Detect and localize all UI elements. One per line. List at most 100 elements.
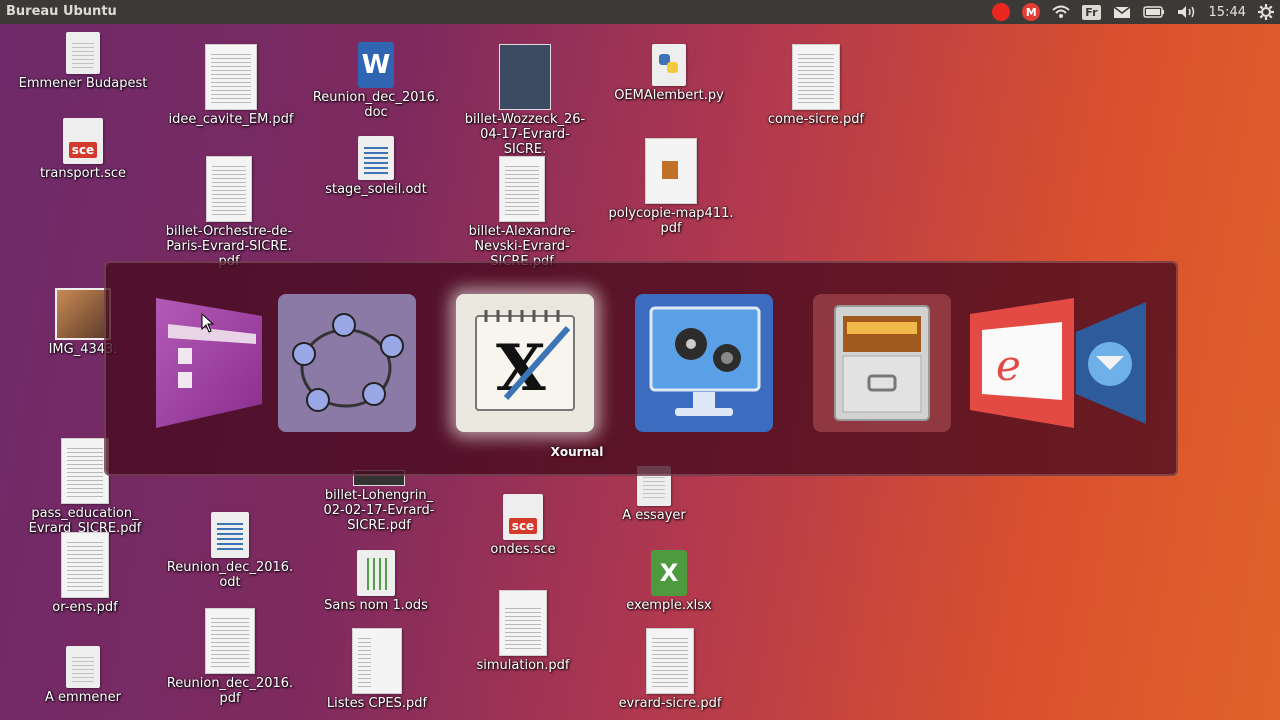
desktop-icon-come-sicre[interactable]: come-sicre.pdf — [751, 44, 881, 127]
desktop-icon-oemalembert[interactable]: OEMAlembert.py — [604, 44, 734, 103]
wifi-icon — [1052, 5, 1070, 18]
desktop-icon-emmener-budapest[interactable]: Emmener Budapest — [18, 32, 148, 91]
desktop-icon-transport-sce[interactable]: sce transport.sce — [18, 118, 148, 181]
battery-indicator[interactable] — [1142, 0, 1165, 24]
pdf-thumbnail-icon — [646, 628, 694, 694]
word-document-icon: W — [358, 42, 394, 88]
pdf-thumbnail-icon — [499, 156, 545, 222]
desktop-icon-label: billet-Lohengrin_ 02-02-17-Evrard- SICRE… — [323, 488, 435, 533]
desktop-icon-ondes-sce[interactable]: sce ondes.sce — [458, 494, 588, 557]
battery-icon — [1142, 6, 1164, 18]
desktop-icon-billet-orchestre[interactable]: billet-Orchestre-de- Paris-Evrard-SICRE.… — [164, 156, 294, 269]
image-thumbnail-icon — [55, 288, 111, 340]
desktop-icon-or-ens[interactable]: or-ens.pdf — [20, 532, 150, 615]
pdf-thumbnail-icon — [352, 628, 402, 694]
desktop-icon-sans-nom-ods[interactable]: Sans nom 1.ods — [311, 550, 441, 613]
speaker-icon — [1177, 6, 1194, 18]
top-panel: Bureau Ubuntu M Fr 15:44 — [0, 0, 1280, 24]
desktop-icon-stage-soleil[interactable]: stage_soleil.odt — [311, 136, 441, 197]
desktop-icon-label: OEMAlembert.py — [614, 88, 724, 103]
desktop-icon-label: simulation.pdf — [476, 658, 570, 673]
pdf-thumbnail-icon — [645, 138, 697, 204]
app-switcher: X e Xournal — [104, 261, 1178, 476]
desktop-icon-billet-alexandre[interactable]: billet-Alexandre- Nevski-Evrard- SICRE.p… — [457, 156, 587, 269]
desktop-icon-label: exemple.xlsx — [626, 598, 712, 613]
desktop-icon-billet-lohengrin[interactable]: billet-Lohengrin_ 02-02-17-Evrard- SICRE… — [314, 470, 444, 533]
switcher-app-evince[interactable]: e — [968, 294, 1076, 432]
switcher-app-geogebra[interactable] — [278, 294, 416, 432]
desktop-icon-idee-cavite[interactable]: idee_cavite_EM.pdf — [166, 44, 296, 127]
envelope-icon — [1113, 5, 1130, 18]
gmail-icon: M — [1022, 3, 1041, 21]
clock[interactable]: 15:44 — [1209, 0, 1246, 24]
desktop-icon-label: transport.sce — [39, 166, 127, 181]
evince-icon: e — [970, 298, 1074, 428]
desktop-icon-listes-cpes[interactable]: Listes CPES.pdf — [312, 628, 442, 711]
desktop-icon-simulation[interactable]: simulation.pdf — [458, 590, 588, 673]
desktop-icon-label: Listes CPES.pdf — [326, 696, 428, 711]
pdf-thumbnail-icon — [205, 608, 255, 674]
spreadsheet-file-icon — [357, 550, 395, 596]
desktop-icon-reunion-doc[interactable]: W Reunion_dec_2016. doc — [311, 42, 441, 120]
desktop-icon-label: polycopie-map411. pdf — [608, 206, 734, 236]
desktop-icon-label: or-ens.pdf — [52, 600, 118, 615]
desktop-icon-label: Emmener Budapest — [18, 76, 148, 91]
session-indicator[interactable] — [1258, 0, 1274, 24]
sce-file-icon: sce — [503, 494, 543, 540]
desktop-icon-evrard-sicre[interactable]: evrard-sicre.pdf — [605, 628, 735, 711]
svg-text:X: X — [496, 331, 546, 406]
pdf-thumbnail-icon — [205, 44, 257, 110]
pdf-thumbnail-icon — [61, 438, 109, 504]
text-file-icon — [66, 646, 100, 688]
desktop-icon-exemple-xlsx[interactable]: X exemple.xlsx — [604, 550, 734, 613]
desktop-icon-label: evrard-sicre.pdf — [618, 696, 722, 711]
desktop-icon-label: Sans nom 1.ods — [324, 598, 428, 613]
desktop-icon-label: Reunion_dec_2016. odt — [166, 560, 294, 590]
wifi-indicator[interactable] — [1052, 0, 1070, 24]
indicator-area: M Fr 15:44 — [986, 0, 1280, 24]
python-file-icon — [652, 44, 686, 86]
desktop-icon-label: Reunion_dec_2016. pdf — [166, 676, 294, 706]
desktop-icon-reunion-odt[interactable]: Reunion_dec_2016. odt — [165, 512, 295, 590]
excel-document-icon: X — [651, 550, 687, 596]
pdf-thumbnail-icon — [206, 156, 252, 222]
switcher-app-thunderbird[interactable] — [1074, 294, 1148, 432]
sce-file-icon: sce — [63, 118, 103, 164]
desktop-icon-reunion-pdf[interactable]: Reunion_dec_2016. pdf — [165, 608, 295, 706]
xournal-icon: X — [475, 310, 575, 411]
selected-app-label: Xournal — [550, 445, 604, 459]
gear-icon — [1258, 4, 1274, 20]
writer-document-icon — [211, 512, 249, 558]
messaging-indicator[interactable] — [1113, 0, 1131, 24]
switcher-app-cabinet[interactable] — [813, 294, 951, 432]
sound-indicator[interactable] — [1177, 0, 1197, 24]
desktop-icon-label: ondes.sce — [490, 542, 556, 557]
record-indicator[interactable] — [992, 0, 1011, 24]
mail-indicator[interactable]: M — [1022, 0, 1041, 24]
writer-document-icon — [358, 136, 394, 180]
window-title: Bureau Ubuntu — [6, 4, 117, 19]
geogebra-icon — [292, 313, 404, 412]
keyboard-indicator[interactable]: Fr — [1082, 0, 1101, 24]
svg-text:e: e — [996, 341, 1021, 390]
switcher-app-media[interactable] — [635, 294, 773, 432]
desktop-icon-polycopie[interactable]: polycopie-map411. pdf — [606, 138, 736, 236]
pdf-thumbnail-icon — [499, 590, 547, 656]
pdf-thumbnail-icon — [792, 44, 840, 110]
thunderbird-icon — [1076, 302, 1146, 424]
pdf-thumbnail-icon — [499, 44, 551, 110]
desktop-icon-label: A emmener — [45, 690, 121, 705]
keyboard-layout-label: Fr — [1082, 4, 1101, 20]
desktop-icon-label: Reunion_dec_2016. doc — [312, 90, 440, 120]
desktop-icon-label: stage_soleil.odt — [325, 182, 427, 197]
desktop-icon-billet-wozzeck[interactable]: billet-Wozzeck_26- 04-17-Evrard-SICRE. p… — [460, 44, 590, 172]
pdf-thumbnail-icon — [61, 532, 109, 598]
media-player-icon — [649, 306, 761, 416]
text-file-icon — [66, 32, 100, 74]
record-icon — [992, 3, 1011, 21]
file-cabinet-icon — [834, 305, 930, 421]
desktop-icon-a-emmener[interactable]: A emmener — [18, 646, 148, 705]
desktop-icon-label: idee_cavite_EM.pdf — [168, 112, 294, 127]
switcher-app-xournal[interactable]: X — [456, 294, 594, 432]
mouse-cursor-icon — [201, 313, 215, 333]
